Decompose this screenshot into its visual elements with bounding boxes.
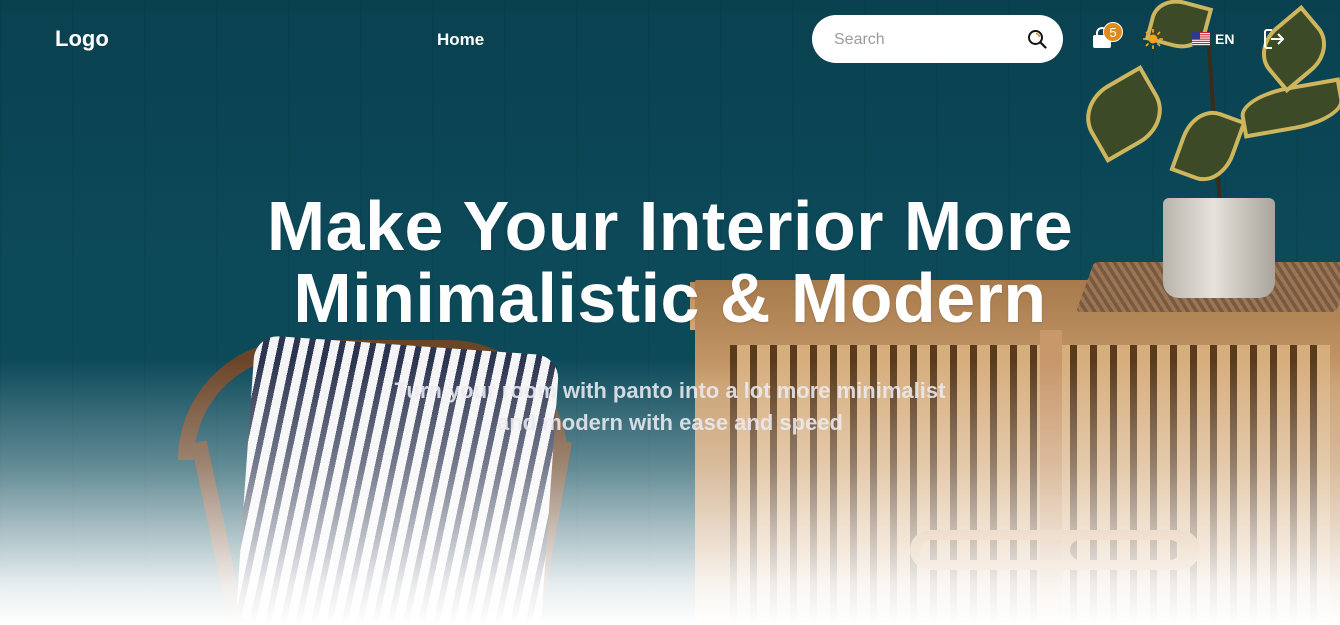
plant-leaf [1169,102,1247,190]
sideboard-handle-right [1060,530,1200,570]
hero-subtext-line: Turn your room with panto into a lot mor… [394,378,946,403]
hero-headline-line: Minimalistic & Modern [293,259,1047,337]
nav-link-home[interactable]: Home [437,30,484,50]
sun-icon[interactable] [1143,29,1163,49]
logo[interactable]: Logo [55,26,109,52]
search-bar [812,15,1063,63]
plant-leaf [1073,65,1175,163]
cart-count-badge: 5 [1103,22,1123,42]
search-icon[interactable] [1027,29,1047,49]
hero-headline: Make Your Interior More Minimalistic & M… [0,190,1340,334]
hero-headline-line: Make Your Interior More [266,187,1074,265]
us-flag-icon [1192,32,1210,46]
hero-subtext: Turn your room with panto into a lot mor… [0,375,1340,439]
language-selector[interactable]: EN [1192,31,1234,47]
hero-subtext-line: and modern with ease and speed [497,410,843,435]
language-label: EN [1215,31,1235,47]
logout-icon[interactable] [1263,28,1285,50]
search-input[interactable] [832,27,1026,53]
